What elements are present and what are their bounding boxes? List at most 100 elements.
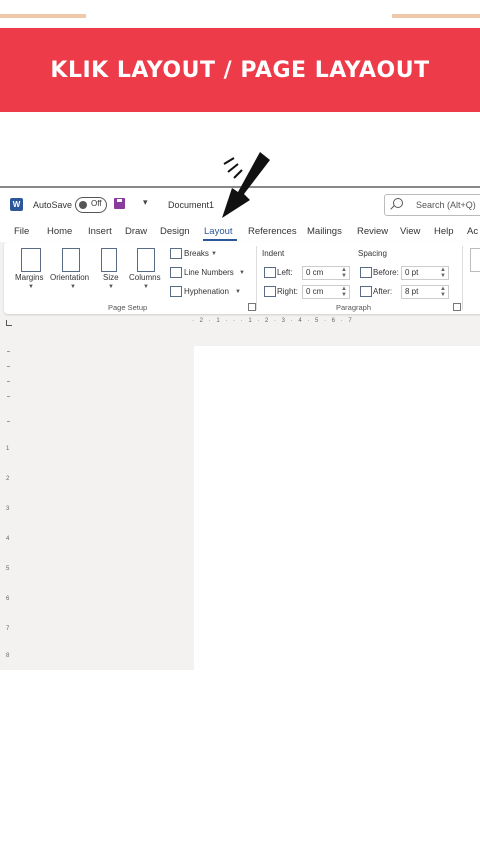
- autosave-toggle[interactable]: Off: [75, 197, 107, 213]
- ruler-marks: · 2 · 1 · · · 1 · 2 · 3 · 4 · 5 · 6 · 7: [192, 318, 354, 324]
- spinner-arrows-icon[interactable]: ▲ ▼: [341, 286, 347, 298]
- tab-insert[interactable]: Insert: [88, 226, 112, 237]
- save-icon[interactable]: [114, 198, 125, 209]
- indent-right-value: 0 cm: [306, 287, 324, 296]
- margins-label: Margins: [15, 273, 44, 282]
- tab-view[interactable]: View: [400, 226, 420, 237]
- chevron-down-icon: ▼: [70, 284, 76, 290]
- search-input[interactable]: Search (Alt+Q): [384, 194, 480, 216]
- chevron-down-icon: ▼: [108, 284, 114, 290]
- arrange-icon[interactable]: [470, 248, 480, 272]
- spacing-before-label: Before:: [373, 268, 399, 277]
- ruler-mark: 2: [6, 476, 10, 482]
- ruler-mark: 6: [6, 596, 10, 602]
- indent-left-label: Left:: [277, 268, 293, 277]
- word-window: W AutoSave Off ▾ Document1 Search (Alt+Q…: [0, 186, 480, 670]
- spacing-after-value: 8 pt: [405, 287, 419, 296]
- hyphenation-icon: [170, 286, 182, 297]
- group-divider: [256, 246, 257, 310]
- orientation-icon: [62, 248, 80, 272]
- ribbon-layout: Margins ▼ Orientation ▼ Size ▼ Columns ▼…: [4, 242, 480, 314]
- banner-title: KLIK LAYOUT / PAGE LAYAOUT: [50, 57, 430, 83]
- spinner-arrows-icon[interactable]: ▲ ▼: [341, 267, 347, 279]
- spinner-arrows-icon[interactable]: ▲ ▼: [440, 267, 446, 279]
- tab-help[interactable]: Help: [434, 226, 454, 237]
- indent-right-icon: [264, 286, 276, 297]
- tab-references[interactable]: References: [248, 226, 297, 237]
- indent-left-value: 0 cm: [306, 268, 324, 277]
- chevron-down-icon: ▼: [211, 251, 217, 257]
- ruler-mark: 8: [6, 653, 10, 659]
- tab-selector-icon[interactable]: [6, 320, 12, 326]
- tab-accessibility[interactable]: Ac: [467, 226, 478, 237]
- spacing-before-icon: [360, 267, 372, 278]
- tab-layout[interactable]: Layout: [204, 226, 233, 237]
- decorative-line-right: [392, 14, 480, 18]
- line-numbers-label: Line Numbers: [184, 268, 234, 277]
- spacing-before-input[interactable]: 0 pt ▲ ▼: [401, 266, 449, 280]
- indent-right-label: Right:: [277, 287, 298, 296]
- margins-icon: [21, 248, 41, 272]
- size-label: Size: [103, 273, 119, 282]
- tab-home[interactable]: Home: [47, 226, 72, 237]
- indent-left-input[interactable]: 0 cm ▲ ▼: [302, 266, 350, 280]
- ruler-tick: [7, 381, 10, 382]
- chevron-down-icon: ▼: [143, 284, 149, 290]
- tab-mailings[interactable]: Mailings: [307, 226, 342, 237]
- spacing-after-input[interactable]: 8 pt ▲ ▼: [401, 285, 449, 299]
- pointer-arrow-icon: [222, 152, 270, 218]
- indent-right-input[interactable]: 0 cm ▲ ▼: [302, 285, 350, 299]
- vertical-ruler[interactable]: 1 2 3 4 5 6 7 8: [3, 341, 13, 670]
- spacing-after-icon: [360, 286, 372, 297]
- ruler-mark: 4: [6, 536, 10, 542]
- breaks-label: Breaks: [184, 249, 209, 258]
- breaks-icon: [170, 248, 182, 259]
- ribbon-tabs: File Home Insert Draw Design Layout Refe…: [0, 222, 480, 242]
- spinner-arrows-icon[interactable]: ▲ ▼: [440, 286, 446, 298]
- hyphenation-label: Hyphenation: [184, 287, 229, 296]
- page-setup-group-label: Page Setup: [108, 303, 148, 312]
- document-page[interactable]: [194, 346, 480, 670]
- group-divider: [462, 246, 463, 310]
- ruler-mark: 1: [6, 446, 10, 452]
- orientation-label: Orientation: [50, 273, 90, 282]
- search-icon: [393, 198, 403, 208]
- chevron-down-icon: ▼: [28, 284, 34, 290]
- title-banner: KLIK LAYOUT / PAGE LAYAOUT: [0, 28, 480, 112]
- chevron-down-icon: ▼: [239, 270, 245, 276]
- paragraph-group-label: Paragraph: [336, 303, 372, 312]
- spacing-after-label: After:: [373, 287, 393, 296]
- indent-left-icon: [264, 267, 276, 278]
- ruler-tick: [7, 366, 10, 367]
- search-placeholder: Search (Alt+Q): [416, 200, 476, 210]
- customize-toolbar-icon[interactable]: ▾: [143, 197, 148, 208]
- line-numbers-icon: [170, 267, 182, 278]
- word-app-icon: W: [10, 198, 23, 211]
- autosave-label: AutoSave: [33, 200, 73, 210]
- tab-review[interactable]: Review: [357, 226, 388, 237]
- ruler-mark: 7: [6, 626, 10, 632]
- tab-draw[interactable]: Draw: [125, 226, 147, 237]
- chevron-down-icon: ▼: [235, 289, 241, 295]
- toggle-knob: [79, 201, 87, 209]
- paragraph-launcher-icon[interactable]: [453, 303, 461, 311]
- document-title: Document1: [168, 200, 215, 210]
- ruler-tick: [7, 351, 10, 352]
- columns-label: Columns: [129, 273, 161, 282]
- autosave-state: Off: [91, 199, 102, 208]
- ruler-tick: [7, 396, 10, 397]
- size-icon: [101, 248, 117, 272]
- tab-file[interactable]: File: [14, 226, 29, 237]
- decorative-line-left: [0, 14, 86, 18]
- page-setup-launcher-icon[interactable]: [248, 303, 256, 311]
- indent-label: Indent: [262, 249, 285, 258]
- ruler-mark: 3: [6, 506, 10, 512]
- horizontal-ruler[interactable]: · 2 · 1 · · · 1 · 2 · 3 · 4 · 5 · 6 · 7: [190, 318, 480, 328]
- tab-design[interactable]: Design: [160, 226, 190, 237]
- ruler-tick: [7, 421, 10, 422]
- spacing-before-value: 0 pt: [405, 268, 419, 277]
- spacing-label: Spacing: [358, 249, 387, 258]
- ruler-mark: 5: [6, 566, 10, 572]
- active-tab-indicator: [203, 239, 237, 241]
- columns-icon: [137, 248, 155, 272]
